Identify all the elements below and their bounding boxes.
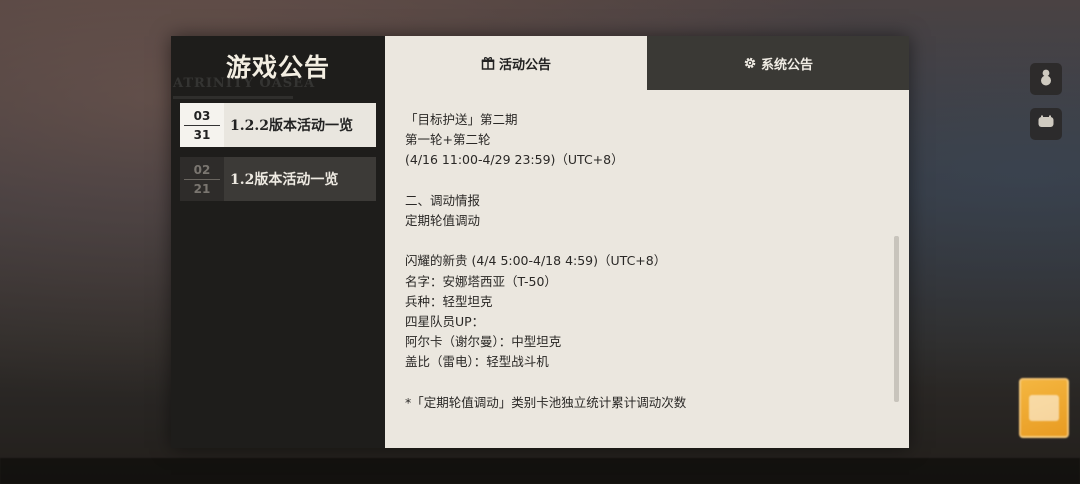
- tab-event-announcement[interactable]: 活动公告: [385, 36, 647, 90]
- tab-bar: 活动公告 系统公告: [385, 36, 909, 90]
- sidebar-item-1-2-2[interactable]: 03 31 1.2.2版本活动一览: [180, 103, 376, 147]
- sidebar-item-1-2[interactable]: 02 21 1.2版本活动一览: [180, 157, 376, 201]
- badge-image: [1029, 395, 1059, 421]
- announcement-body: 「目标护送」第二期 第一轮+第二轮 (4/16 11:00-4/29 23:59…: [405, 110, 879, 413]
- content-line: 四星队员UP：: [405, 313, 485, 329]
- bottom-ticker: [0, 458, 1080, 484]
- item-day: 21: [193, 181, 211, 196]
- content-line: 定期轮值调动: [405, 212, 481, 228]
- item-month: 03: [193, 108, 211, 123]
- date-divider: [184, 178, 220, 180]
- gear-icon: [743, 56, 757, 70]
- chat-icon: [1037, 114, 1055, 134]
- floating-event-badge[interactable]: [1019, 378, 1069, 438]
- content-line: [405, 231, 879, 251]
- announcement-content-area: 活动公告 系统公告 「目标护送」第二期 第一轮+第二轮 (4/16 11:00-…: [385, 36, 909, 448]
- tab-system-announcement[interactable]: 系统公告: [647, 36, 909, 90]
- sidebar-deco-line: [173, 96, 293, 99]
- announcement-sidebar: ATRINITY OASEA 游戏公告 03 31 1.2.2版本活动一览 02…: [171, 36, 385, 448]
- gift-icon: [481, 56, 495, 70]
- snowman-icon: [1038, 68, 1054, 90]
- content-line: 第一轮+第二轮: [405, 132, 491, 148]
- content-line: *「定期轮值调动」类别卡池独立统计累计调动次数: [405, 394, 687, 410]
- item-label: 1.2.2版本活动一览: [230, 118, 353, 134]
- tab-label: 系统公告: [760, 57, 813, 73]
- side-button-character[interactable]: [1030, 63, 1062, 95]
- content-line: 兵种：轻型坦克: [405, 293, 493, 309]
- date-divider: [184, 124, 220, 126]
- content-line: [405, 372, 879, 392]
- item-month: 02: [193, 162, 211, 177]
- content-line: 阿尔卡（谢尔曼）：中型坦克: [405, 334, 562, 350]
- content-scrollbar[interactable]: [894, 236, 899, 402]
- item-day: 31: [193, 127, 211, 142]
- item-label: 1.2版本活动一览: [230, 172, 339, 188]
- sidebar-title: 游戏公告: [225, 53, 330, 82]
- side-button-chat[interactable]: [1030, 108, 1062, 140]
- content-line: 闪耀的新贵 (4/4 5:00-4/18 4:59)（UTC+8）: [405, 253, 667, 269]
- tab-label: 活动公告: [498, 57, 551, 73]
- content-line: 二、调动情报: [405, 192, 481, 208]
- content-line: [405, 171, 879, 191]
- content-line: 「目标护送」第二期: [405, 112, 518, 127]
- item-date: 02 21: [180, 157, 224, 201]
- content-line: 盖比（雷电）：轻型战斗机: [405, 354, 549, 370]
- item-date: 03 31: [180, 103, 224, 147]
- announcement-panel: ATRINITY OASEA 游戏公告 03 31 1.2.2版本活动一览 02…: [171, 36, 909, 448]
- content-line: 名字：安娜塔西亚（T-50）: [405, 273, 557, 289]
- content-line: (4/16 11:00-4/29 23:59)（UTC+8）: [405, 152, 624, 168]
